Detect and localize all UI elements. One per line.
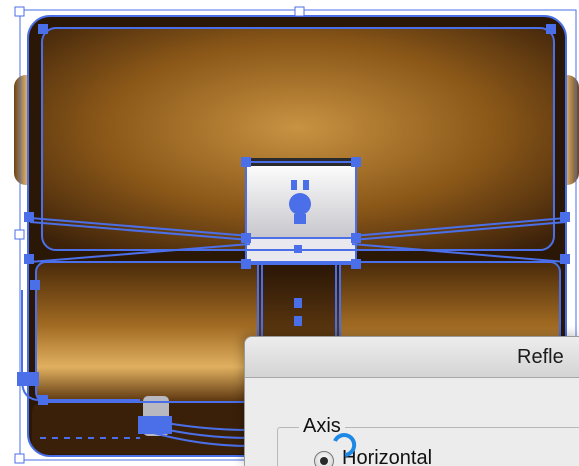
reflect-dialog[interactable]: Refle Axis Horizontal	[244, 336, 579, 466]
radio-selected-dot	[320, 457, 328, 465]
rotate-cursor-icon	[333, 433, 357, 457]
dialog-titlebar[interactable]: Refle	[245, 337, 579, 378]
dialog-title: Refle	[517, 346, 564, 368]
